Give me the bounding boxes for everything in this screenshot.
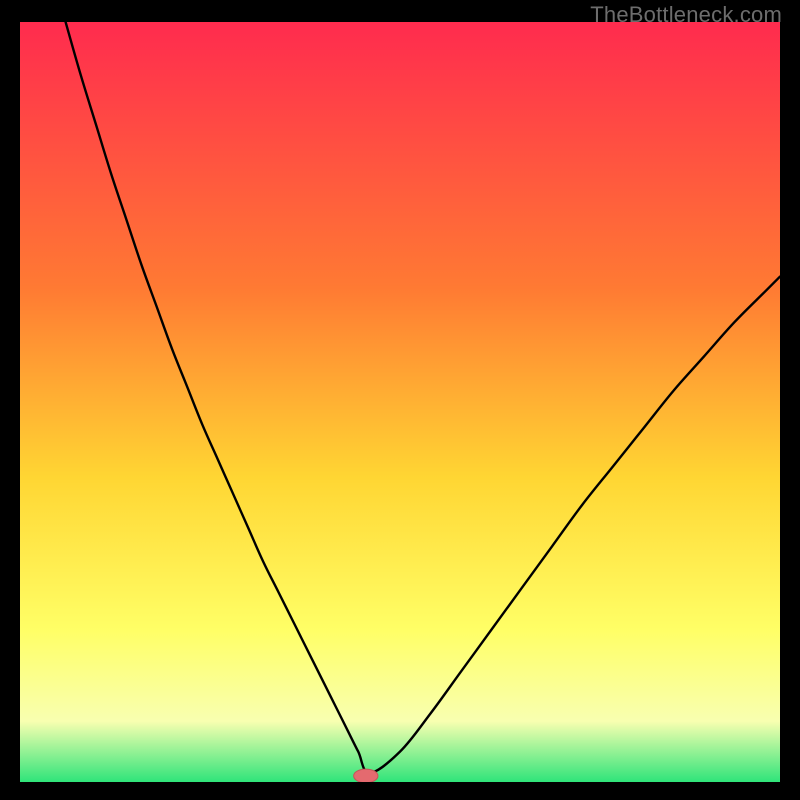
chart-frame <box>20 22 780 782</box>
bottleneck-chart <box>20 22 780 782</box>
gradient-background <box>20 22 780 782</box>
optimal-point-marker <box>354 769 378 782</box>
